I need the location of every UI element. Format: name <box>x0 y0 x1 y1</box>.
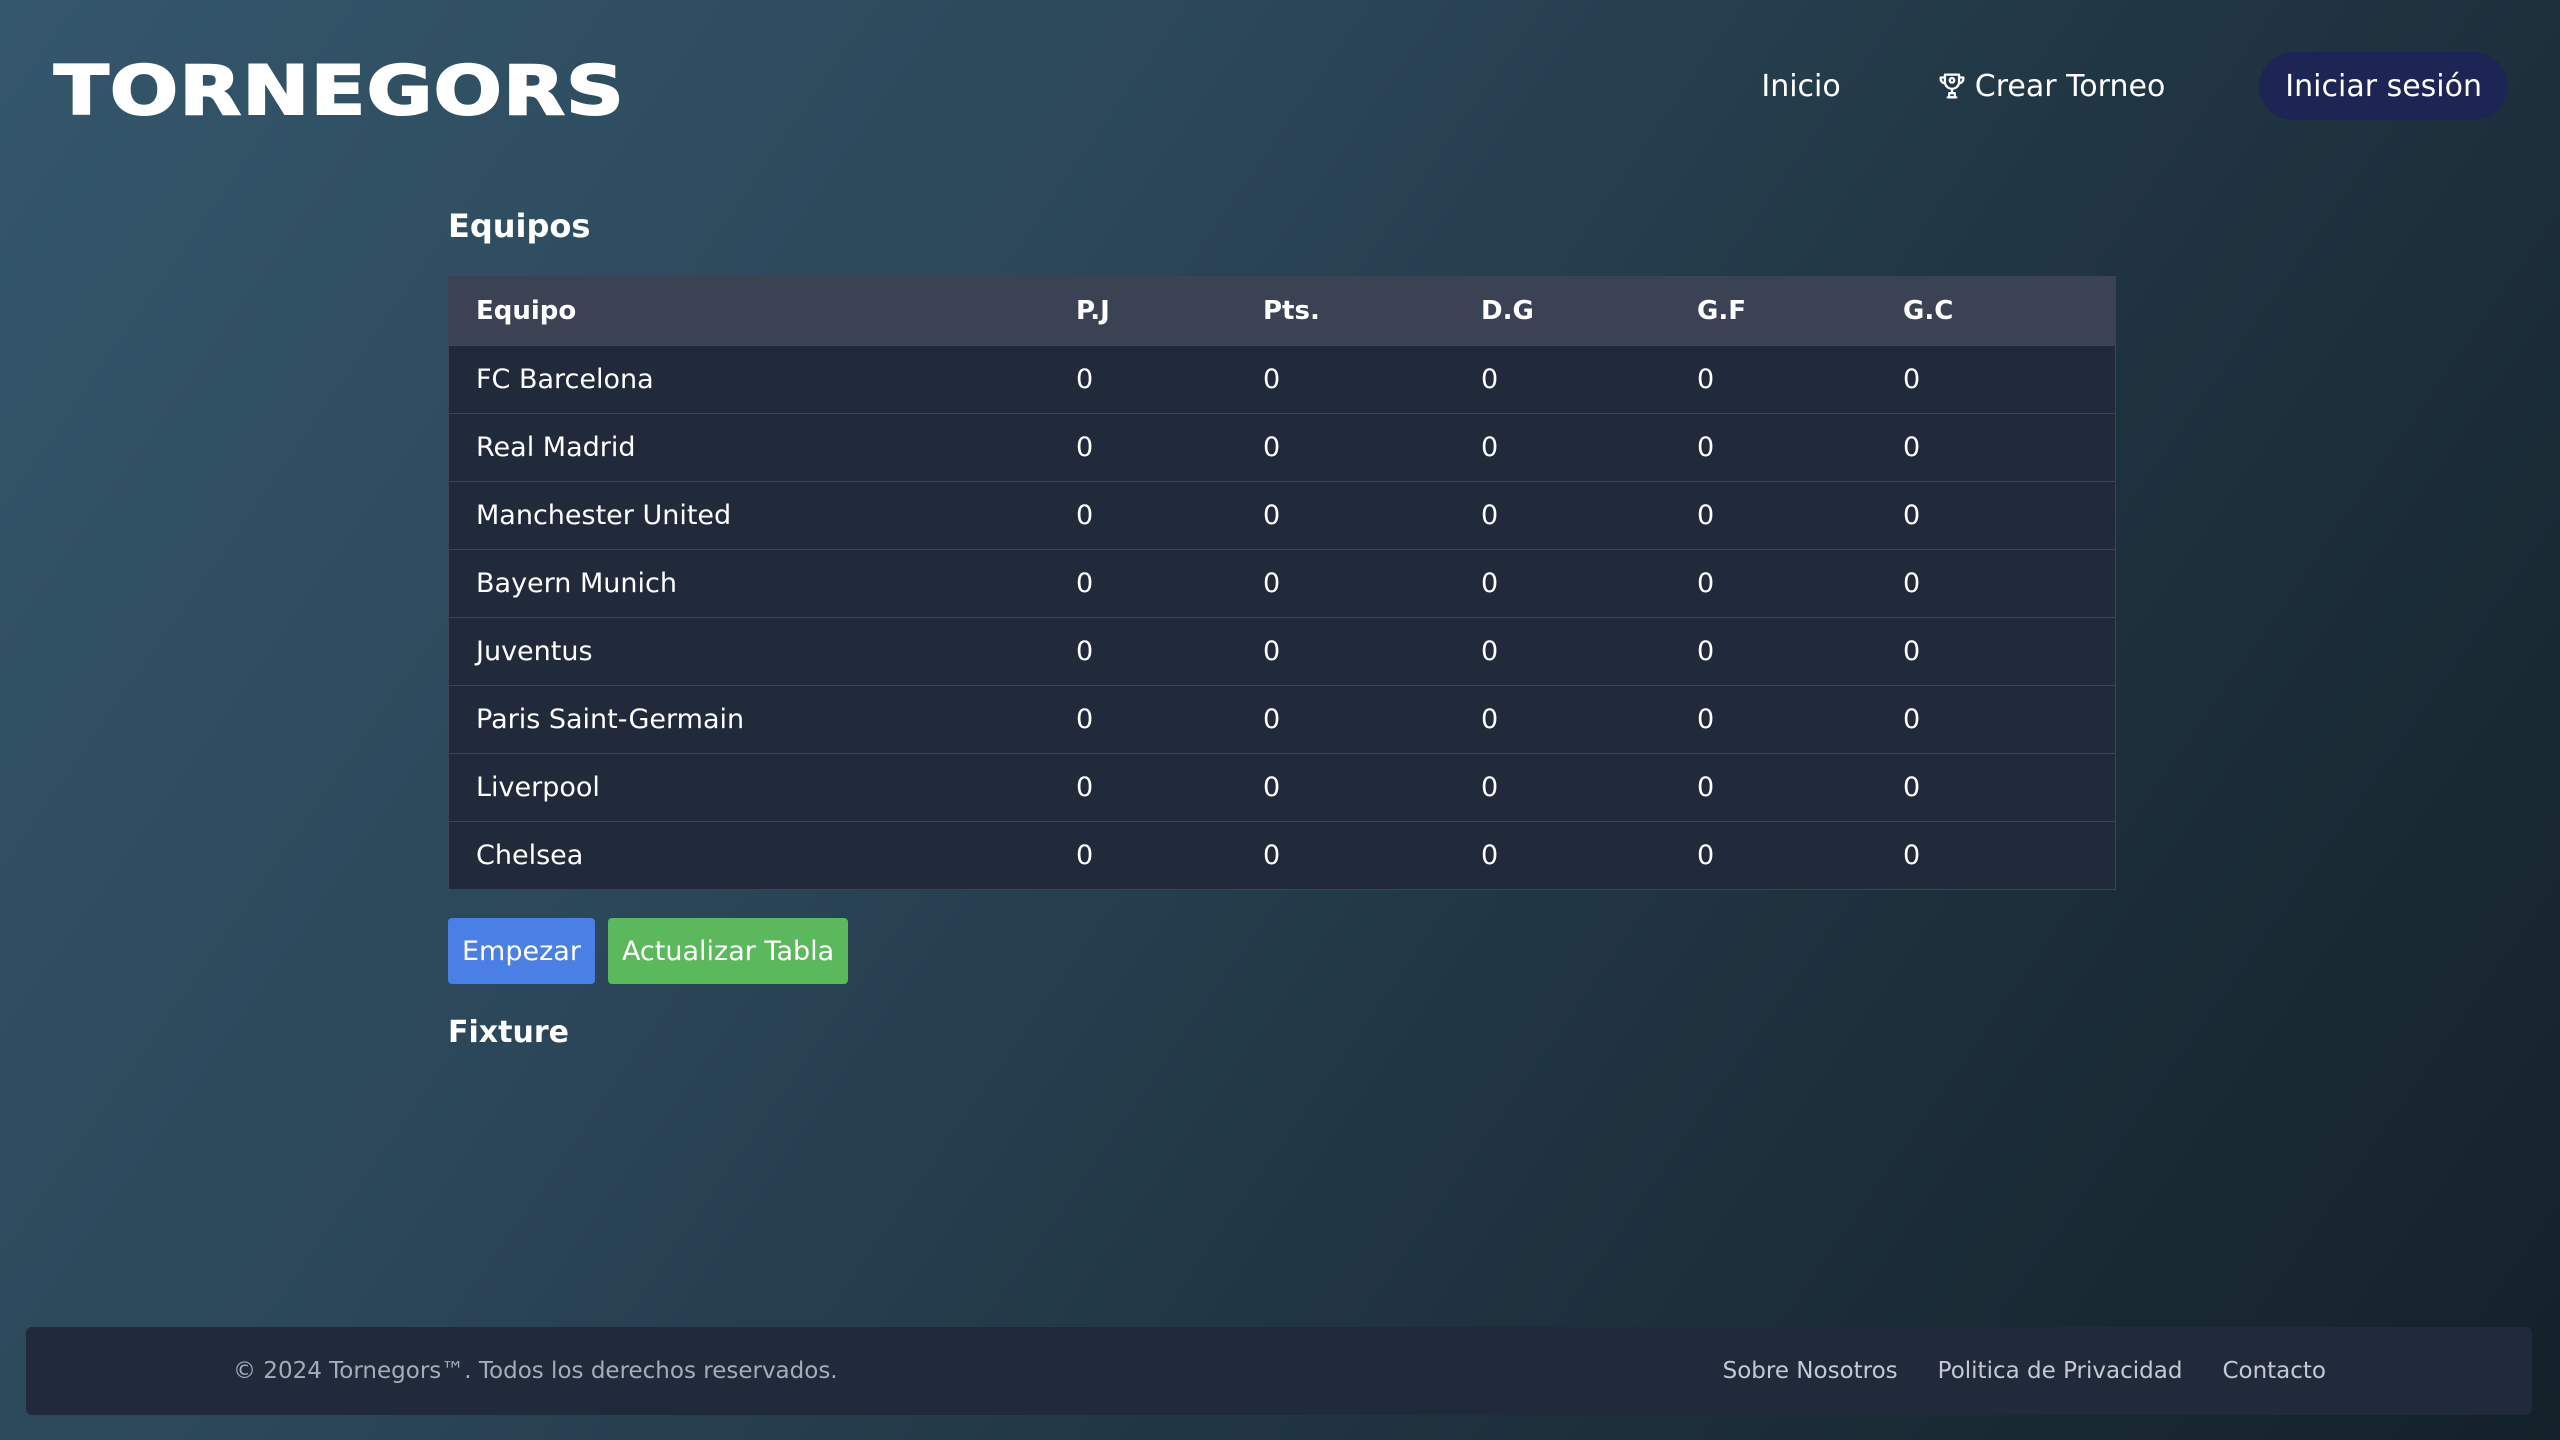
update-table-button[interactable]: Actualizar Tabla <box>607 918 849 984</box>
played-cell: 0 <box>1076 839 1094 871</box>
goals-against-cell: 0 <box>1903 771 1921 803</box>
points-cell: 0 <box>1263 703 1281 735</box>
points-cell: 0 <box>1263 499 1281 531</box>
column-header-played: P.J <box>1076 295 1110 326</box>
played-cell: 0 <box>1076 771 1094 803</box>
header-row: Equipo P.J Pts. D.G G.F G.C <box>449 277 2115 345</box>
footer-link-about[interactable]: Sobre Nosotros <box>1723 1358 1898 1384</box>
team-name-cell: Juventus <box>476 635 593 667</box>
goal-difference-cell: 0 <box>1481 567 1499 599</box>
team-name-cell: FC Barcelona <box>476 363 654 395</box>
goals-for-cell: 0 <box>1697 771 1715 803</box>
played-cell: 0 <box>1076 567 1094 599</box>
goals-against-cell: 0 <box>1903 363 1921 395</box>
played-cell: 0 <box>1076 635 1094 667</box>
table-row: Liverpool 0 0 0 0 0 <box>449 753 2115 821</box>
column-header-goal-difference: D.G <box>1481 295 1534 326</box>
table-row: Bayern Munich 0 0 0 0 0 <box>449 549 2115 617</box>
standings-table-container: Equipo P.J Pts. D.G G.F G.C FC Barcelona… <box>448 276 2116 890</box>
standings-table: Equipo P.J Pts. D.G G.F G.C FC Barcelona… <box>449 277 2115 889</box>
table-row: FC Barcelona 0 0 0 0 0 <box>449 345 2115 413</box>
goal-difference-cell: 0 <box>1481 771 1499 803</box>
goal-difference-cell: 0 <box>1481 499 1499 531</box>
points-cell: 0 <box>1263 567 1281 599</box>
goal-difference-cell: 0 <box>1481 703 1499 735</box>
goals-for-cell: 0 <box>1697 839 1715 871</box>
table-actions: Empezar Actualizar Tabla <box>448 918 2114 984</box>
points-cell: 0 <box>1263 771 1281 803</box>
played-cell: 0 <box>1076 431 1094 463</box>
start-button[interactable]: Empezar <box>448 918 595 984</box>
team-name-cell: Real Madrid <box>476 431 636 463</box>
main-nav: Inicio Crear Torneo Iniciar sesión <box>1761 52 2508 120</box>
points-cell: 0 <box>1263 363 1281 395</box>
goals-for-cell: 0 <box>1697 567 1715 599</box>
trophy-icon <box>1935 69 1969 103</box>
main-content: Equipos Equipo P.J Pts. D.G G.F G.C FC B… <box>448 200 2116 1056</box>
site-header: TORNEGORS Inicio Crear Torneo Iniciar se… <box>0 0 2560 180</box>
points-cell: 0 <box>1263 431 1281 463</box>
goals-for-cell: 0 <box>1697 635 1715 667</box>
goal-difference-cell: 0 <box>1481 839 1499 871</box>
goals-for-cell: 0 <box>1697 499 1715 531</box>
standings-table-body: FC Barcelona 0 0 0 0 0 Real Madrid 0 0 0… <box>449 345 2115 889</box>
column-header-points: Pts. <box>1263 295 1320 326</box>
goals-for-cell: 0 <box>1697 363 1715 395</box>
table-row: Real Madrid 0 0 0 0 0 <box>449 413 2115 481</box>
goals-for-cell: 0 <box>1697 431 1715 463</box>
fixture-section-title: Fixture <box>448 1015 569 1050</box>
site-footer: © 2024 Tornegors™. Todos los derechos re… <box>26 1327 2532 1415</box>
goal-difference-cell: 0 <box>1481 431 1499 463</box>
goal-difference-cell: 0 <box>1481 363 1499 395</box>
table-row: Paris Saint-Germain 0 0 0 0 0 <box>449 685 2115 753</box>
footer-link-contact[interactable]: Contacto <box>2222 1358 2326 1384</box>
table-row: Juventus 0 0 0 0 0 <box>449 617 2115 685</box>
table-row: Manchester United 0 0 0 0 0 <box>449 481 2115 549</box>
team-name-cell: Paris Saint-Germain <box>476 703 745 735</box>
footer-copyright: © 2024 Tornegors™. Todos los derechos re… <box>233 1358 838 1384</box>
goals-for-cell: 0 <box>1697 703 1715 735</box>
column-header-goals-against: G.C <box>1903 295 1954 326</box>
standings-table-header: Equipo P.J Pts. D.G G.F G.C <box>449 277 2115 345</box>
points-cell: 0 <box>1263 839 1281 871</box>
team-name-cell: Bayern Munich <box>476 567 677 599</box>
nav-link-create-tournament[interactable]: Crear Torneo <box>1935 68 2166 104</box>
column-header-team: Equipo <box>476 295 577 326</box>
played-cell: 0 <box>1076 499 1094 531</box>
nav-link-home-label: Inicio <box>1761 68 1841 104</box>
team-name-cell: Liverpool <box>476 771 600 803</box>
column-header-goals-for: G.F <box>1697 295 1746 326</box>
goals-against-cell: 0 <box>1903 431 1921 463</box>
played-cell: 0 <box>1076 363 1094 395</box>
points-cell: 0 <box>1263 635 1281 667</box>
nav-link-create-tournament-label: Crear Torneo <box>1974 68 2166 104</box>
goals-against-cell: 0 <box>1903 703 1921 735</box>
goal-difference-cell: 0 <box>1481 635 1499 667</box>
site-logo[interactable]: TORNEGORS <box>53 51 625 132</box>
played-cell: 0 <box>1076 703 1094 735</box>
goals-against-cell: 0 <box>1903 567 1921 599</box>
login-button[interactable]: Iniciar sesión <box>2259 52 2508 120</box>
goals-against-cell: 0 <box>1903 635 1921 667</box>
footer-link-privacy[interactable]: Politica de Privacidad <box>1938 1358 2183 1384</box>
goals-against-cell: 0 <box>1903 499 1921 531</box>
table-row: Chelsea 0 0 0 0 0 <box>449 821 2115 889</box>
team-name-cell: Manchester United <box>476 499 732 531</box>
nav-link-home[interactable]: Inicio <box>1761 69 1840 104</box>
teams-section-title: Equipos <box>448 207 591 245</box>
footer-links: Sobre Nosotros Politica de Privacidad Co… <box>1683 1327 2326 1415</box>
team-name-cell: Chelsea <box>476 839 584 871</box>
goals-against-cell: 0 <box>1903 839 1921 871</box>
